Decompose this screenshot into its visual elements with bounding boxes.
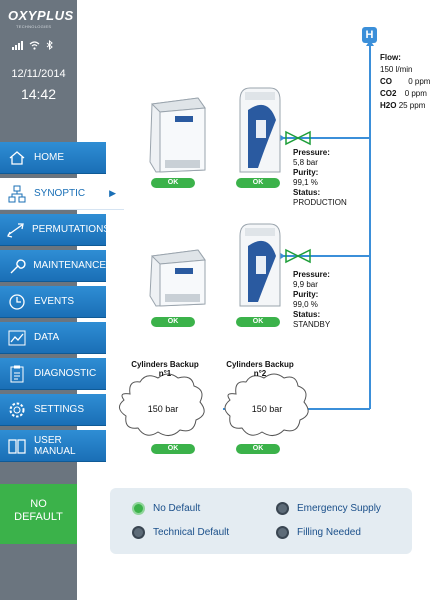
valve-icon-line2 xyxy=(285,248,311,264)
hydrogen-output-badge: H xyxy=(362,27,377,43)
nav-item-user-manual[interactable]: USER MANUAL xyxy=(0,430,106,462)
nav-label-diagnostic: DIAGNOSTIC xyxy=(34,368,97,379)
line1-status-value: PRODUCTION xyxy=(293,198,347,207)
gas-quality-panel: Flow: 150 l/min CO 0 ppm CO2 0 ppm H2O 2… xyxy=(380,52,430,112)
nav-label-data: DATA xyxy=(34,332,60,343)
nav-item-diagnostic[interactable]: DIAGNOSTIC xyxy=(0,358,106,390)
nav-item-permutations[interactable]: PERMUTATIONS xyxy=(0,214,110,246)
compressor-icon-line1 xyxy=(149,97,206,173)
generator-status-badge-line1: OK xyxy=(236,178,280,188)
legend-label-no-default: No Default xyxy=(153,503,201,514)
line1-purity-label: Purity: xyxy=(293,168,319,177)
cylinder-title-2-line1: Cylinders Backup xyxy=(226,360,294,369)
system-state-line2: DEFAULT xyxy=(14,511,63,523)
legend-label-technical-default: Technical Default xyxy=(153,527,230,538)
status-dot-icon xyxy=(276,526,289,539)
pipe-network xyxy=(223,42,371,410)
valve-icon-line1 xyxy=(285,130,311,146)
cylinder-pressure-1: 150 bar xyxy=(147,404,179,414)
h2o-value: 25 ppm xyxy=(398,101,426,110)
nav-item-data[interactable]: DATA xyxy=(0,322,106,354)
nav-item-home[interactable]: HOME xyxy=(0,142,106,174)
nav-label-permutations: PERMUTATIONS xyxy=(32,224,110,235)
sidebar: OXYPLUS TECHNOLOGIES 12/11/2014 14:42 HO… xyxy=(0,0,124,600)
compressor-status-badge-line2: OK xyxy=(151,317,195,327)
line2-pressure-value: 9,9 bar xyxy=(293,280,318,289)
flow-label: Flow: xyxy=(380,53,401,62)
legend-item-filling-needed: Filling Needed xyxy=(276,526,361,539)
generator-status-badge-line2: OK xyxy=(236,317,280,327)
compressor-icon-line2 xyxy=(149,249,206,307)
history-clock-icon xyxy=(6,291,28,313)
generator-icon-line2 xyxy=(239,223,281,307)
line2-status-value: STANDBY xyxy=(293,320,331,329)
status-dot-icon xyxy=(132,526,145,539)
nav-label-events: EVENTS xyxy=(34,296,75,307)
cylinder-status-badge-1: OK xyxy=(151,444,195,454)
nav-item-settings[interactable]: SETTINGS xyxy=(0,394,106,426)
line1-info: Pressure: 5,8 bar Purity: 99,1 % Status:… xyxy=(293,148,347,208)
flow-arrows xyxy=(228,40,374,413)
line2-pressure-label: Pressure: xyxy=(293,270,330,279)
cylinder-title-2: Cylinders Backup n°2 xyxy=(220,360,300,378)
current-date: 12/11/2014 xyxy=(11,68,66,80)
wifi-icon xyxy=(29,40,40,50)
co-label: CO xyxy=(380,77,392,86)
co2-value: 0 ppm xyxy=(404,89,427,98)
cylinder-title-2-line2: n°2 xyxy=(253,369,267,378)
clipboard-icon xyxy=(6,363,28,385)
co2-label: CO2 xyxy=(380,89,397,98)
nav-item-synoptic[interactable]: SYNOPTIC ▶ xyxy=(0,178,124,210)
nav-item-maintenance[interactable]: MAINTENANCE xyxy=(0,250,106,282)
cylinder-pressure-2: 150 bar xyxy=(251,404,283,414)
book-icon xyxy=(6,435,28,457)
current-time: 14:42 xyxy=(20,86,57,102)
chevron-right-icon: ▶ xyxy=(109,188,116,198)
line1-pressure-label: Pressure: xyxy=(293,148,330,157)
legend-label-filling-needed: Filling Needed xyxy=(297,527,361,538)
system-state-indicator: NO DEFAULT xyxy=(0,484,77,544)
legend-item-emergency-supply: Emergency Supply xyxy=(276,502,381,515)
nav-label-user-manual: USER MANUAL xyxy=(33,434,76,457)
home-icon xyxy=(6,147,28,169)
status-dot-icon xyxy=(132,502,145,515)
bluetooth-icon xyxy=(46,40,53,50)
line2-purity-label: Purity: xyxy=(293,290,319,299)
line2-status-label: Status: xyxy=(293,310,321,319)
nav-label-home: HOME xyxy=(34,152,64,163)
gear-icon xyxy=(6,399,28,421)
chart-icon xyxy=(6,327,28,349)
line2-purity-value: 99,0 % xyxy=(293,300,318,309)
line1-status-label: Status: xyxy=(293,188,321,197)
generator-icon-line1 xyxy=(239,87,281,173)
status-dot-icon xyxy=(276,502,289,515)
swap-arrows-icon xyxy=(6,219,26,241)
status-legend: No Default Emergency Supply Technical De… xyxy=(110,488,412,554)
cylinder-title-1-line1: Cylinders Backup xyxy=(131,360,199,369)
line1-purity-value: 99,1 % xyxy=(293,178,318,187)
nav-item-events[interactable]: EVENTS xyxy=(0,286,106,318)
line1-pressure-value: 5,8 bar xyxy=(293,158,318,167)
flow-value: 150 l/min xyxy=(380,65,413,74)
network-icon xyxy=(6,183,28,205)
legend-item-no-default: No Default xyxy=(132,502,200,515)
signal-icon xyxy=(12,40,23,50)
legend-label-emergency-supply: Emergency Supply xyxy=(297,503,381,514)
cylinder-status-badge-2: OK xyxy=(236,444,280,454)
brand-logo: OXYPLUS xyxy=(8,8,74,23)
cylinder-title-1: Cylinders Backup n°1 xyxy=(125,360,205,378)
co-value: 0 ppm xyxy=(408,77,431,86)
nav-label-synoptic: SYNOPTIC xyxy=(34,188,86,199)
compressor-status-badge-line1: OK xyxy=(151,178,195,188)
system-state-line1: NO xyxy=(30,498,47,510)
legend-item-technical-default: Technical Default xyxy=(132,526,229,539)
nav-label-settings: SETTINGS xyxy=(34,404,85,415)
brand-subtitle: TECHNOLOGIES xyxy=(16,24,52,29)
cylinder-title-1-line2: n°1 xyxy=(158,369,172,378)
nav-label-maintenance: MAINTENANCE xyxy=(33,260,106,271)
wrench-icon xyxy=(6,255,27,277)
line2-info: Pressure: 9,9 bar Purity: 99,0 % Status:… xyxy=(293,270,330,330)
status-icons xyxy=(12,40,68,50)
h2o-label: H2O xyxy=(380,101,397,110)
